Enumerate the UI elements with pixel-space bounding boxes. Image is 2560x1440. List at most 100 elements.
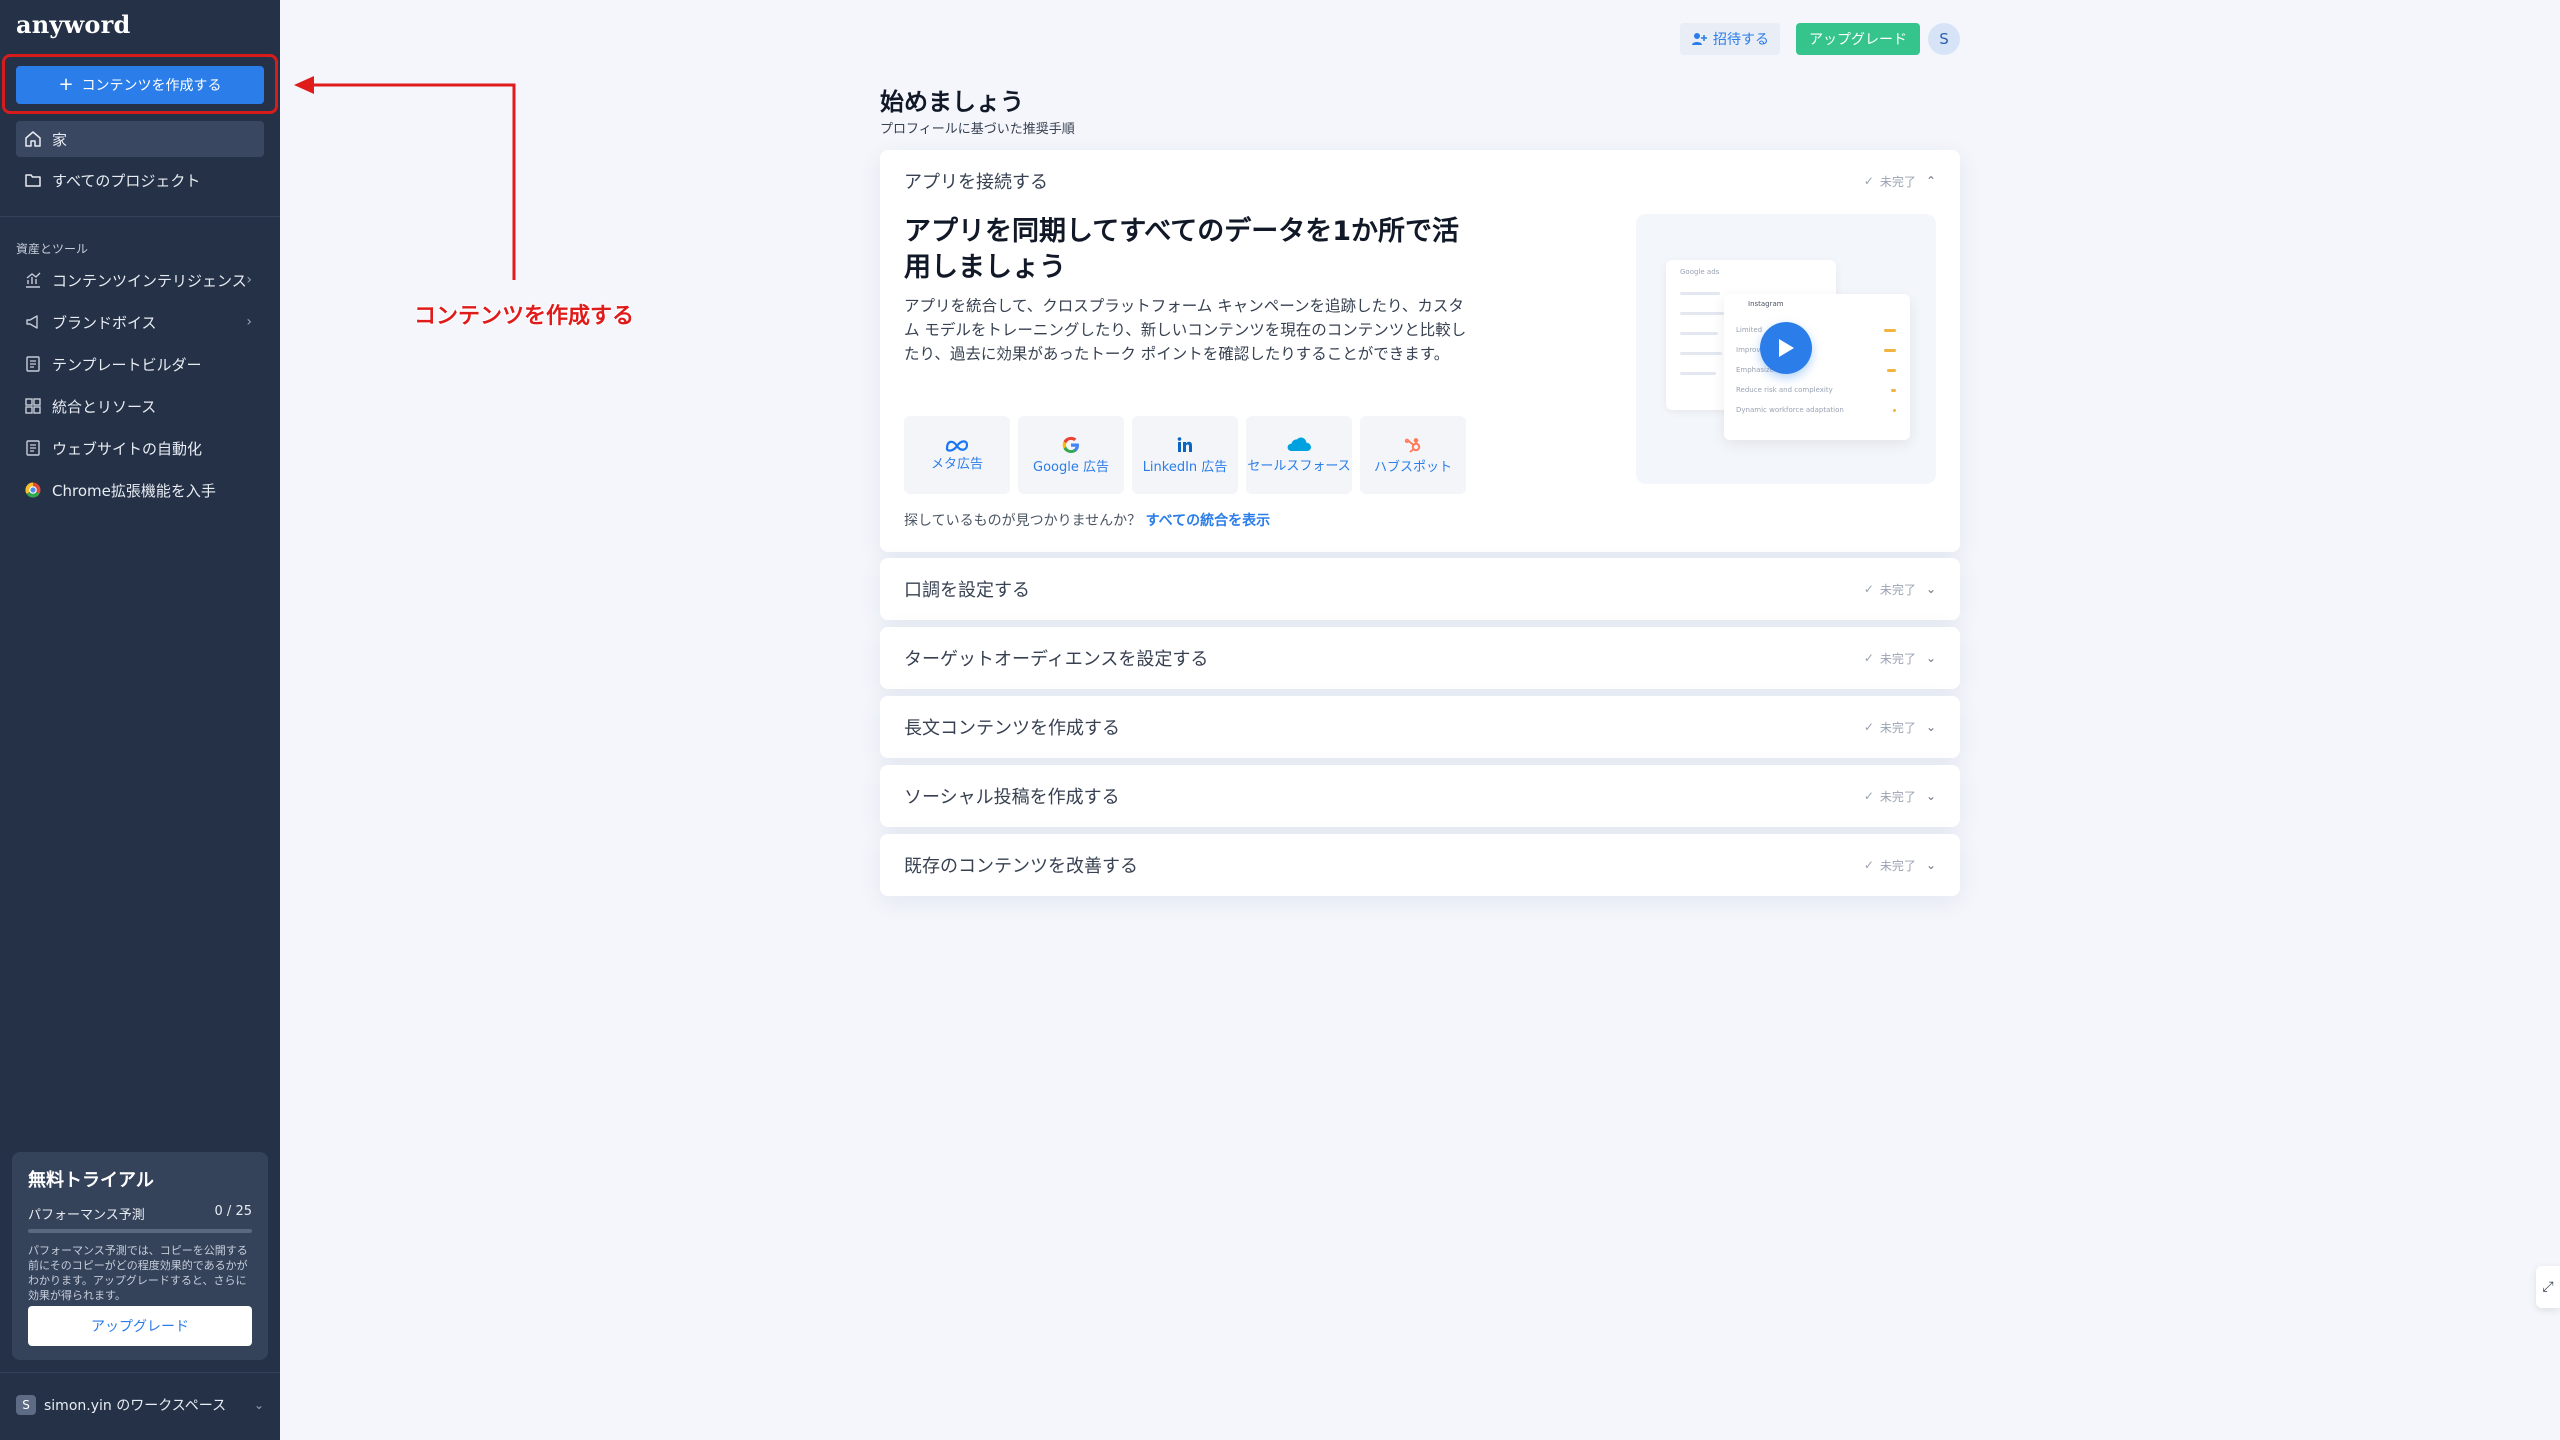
page-title: 始めましょう [880,88,1024,116]
check-icon: ✓ [1863,582,1874,596]
video-thumbnail[interactable]: Google ads Instagram Limited Improve Emp… [1636,214,1936,484]
sidebar-item-label: テンプレートビルダー [52,355,202,374]
step-card-tone[interactable]: 口調を設定する ✓ 未完了 ⌄ [880,558,1960,620]
trial-progress-bar [28,1229,252,1233]
annotation-label: コンテンツを作成する [414,304,635,329]
sidebar-item-integrations[interactable]: 統合とリソース [16,388,264,424]
step-card-long-form[interactable]: 長文コンテンツを作成する ✓ 未完了 ⌄ [880,696,1960,758]
status-label: 未完了 [1879,789,1916,804]
app-logo[interactable]: anyword [16,10,130,39]
step-status: ✓ 未完了 ⌄ [1864,765,1936,827]
integration-tile-meta[interactable]: メタ広告 [904,416,1010,494]
upgrade-button[interactable]: アップグレード [1796,23,1920,55]
mock-row: Limited [1736,326,1763,334]
step-status: ✓ 未完了 ⌄ [1864,627,1936,689]
status-label: 未完了 [1879,858,1916,873]
annotation-highlight-box [2,54,278,114]
grid-icon [25,398,41,414]
mock-row: Dynamic workforce adaptation [1736,406,1844,414]
status-label: 未完了 [1879,720,1916,735]
document-icon [26,356,40,372]
chrome-icon [25,482,41,498]
step-title: 既存のコンテンツを改善する [904,856,1138,877]
sidebar-item-brand-voice[interactable]: ブランドボイス › [16,304,264,340]
check-icon: ✓ [1863,651,1874,665]
check-icon: ✓ [1863,858,1874,872]
status-label: 未完了 [1879,651,1916,666]
trial-description: パフォーマンス予測では、コピーを公開する前にそのコピーがどの程度効果的であるかが… [28,1244,248,1302]
sidebar-item-website-automation[interactable]: ウェブサイトの自動化 [16,430,264,466]
sidebar: anyword + コンテンツを作成する 家 すべてのプロジェクト 資産とツール… [0,0,280,1440]
workspace-switcher[interactable]: S simon.yin のワークスペース ⌄ [16,1390,264,1420]
mock-card-title: Google ads [1680,268,1720,276]
expand-icon: ⤢ [2542,1279,2554,1295]
sidebar-item-template-builder[interactable]: テンプレートビルダー [16,346,264,382]
free-trial-panel: 無料トライアル パフォーマンス予測 0 / 25 パフォーマンス予測では、コピー… [12,1152,268,1360]
sidebar-item-label: ブランドボイス [52,313,157,332]
chevron-up-icon: ⌃ [1925,174,1936,188]
integration-label: LinkedIn 広告 [1142,460,1228,475]
mock-score [1891,389,1896,392]
integration-label: Google 広告 [1033,460,1109,475]
view-all-integrations-link[interactable]: すべての統合を表示 [1146,513,1270,529]
sidebar-item-label: ウェブサイトの自動化 [52,439,203,458]
folder-icon [25,174,41,187]
sidebar-divider [0,1372,280,1373]
step-title: ソーシャル投稿を作成する [904,787,1120,808]
play-icon[interactable] [1760,322,1812,374]
mock-line [1680,372,1716,375]
sidebar-item-label: すべてのプロジェクト [52,171,201,190]
mock-score [1893,409,1896,412]
user-avatar[interactable]: S [1928,23,1960,55]
status-label: 未完了 [1879,174,1916,189]
check-icon: ✓ [1863,174,1874,188]
page-subtitle: プロフィールに基づいた推奨手順 [880,122,1075,137]
integration-tile-salesforce[interactable]: セールスフォース [1246,416,1352,494]
sidebar-item-chrome-extension[interactable]: Chrome拡張機能を入手 [16,472,264,508]
linkedin-icon [1177,437,1192,452]
step-card-social-post[interactable]: ソーシャル投稿を作成する ✓ 未完了 ⌄ [880,765,1960,827]
invite-button[interactable]: 招待する [1680,23,1780,55]
integration-tiles: メタ広告 Google 広告 LinkedIn 広告 セールスフォース ハブスポ… [904,416,1466,494]
sidebar-item-projects[interactable]: すべてのプロジェクト [16,162,264,198]
trial-metric-row: パフォーマンス予測 0 / 25 [28,1204,252,1223]
mock-score [1884,349,1896,352]
step-status: ✓ 未完了 ⌄ [1864,696,1936,758]
sidebar-item-label: 家 [52,130,68,149]
document-icon [26,440,40,456]
integration-label: セールスフォース [1247,459,1351,474]
step-card-improve-content[interactable]: 既存のコンテンツを改善する ✓ 未完了 ⌄ [880,834,1960,896]
mock-line [1680,312,1724,315]
sidebar-item-home[interactable]: 家 [16,121,264,157]
section-label: 資産とツール [16,242,89,256]
chevron-right-icon: › [246,314,252,330]
status-label: 未完了 [1879,582,1916,597]
workspace-label: simon.yin のワークスペース [44,1398,227,1414]
chart-icon [26,272,41,288]
chevron-down-icon: ⌄ [1925,789,1936,803]
sidebar-item-content-intelligence[interactable]: コンテンツインテリジェンス › [16,262,264,298]
step-card-audience[interactable]: ターゲットオーディエンスを設定する ✓ 未完了 ⌄ [880,627,1960,689]
integration-tile-hubspot[interactable]: ハブスポット [1360,416,1466,494]
mock-line [1680,352,1722,355]
step-status[interactable]: ✓ 未完了 ⌃ [1864,150,1936,212]
mock-score [1887,369,1896,372]
google-icon [1062,436,1079,453]
meta-icon [945,440,969,452]
add-user-icon [1692,33,1707,45]
sidebar-item-label: 統合とリソース [52,397,157,416]
help-text: 探しているものが見つかりませんか？ すべての統合を表示 [904,510,1270,530]
integration-tile-google[interactable]: Google 広告 [1018,416,1124,494]
chevron-down-icon: ⌄ [1925,582,1936,596]
megaphone-icon [26,315,38,329]
trial-upgrade-button[interactable]: アップグレード [28,1306,252,1346]
mock-row: Reduce risk and complexity [1736,386,1833,394]
check-icon: ✓ [1863,720,1874,734]
integration-tile-linkedin[interactable]: LinkedIn 広告 [1132,416,1238,494]
step-title[interactable]: アプリを接続する [904,150,1048,212]
integration-label: ハブスポット [1373,460,1452,475]
step-title: ターゲットオーディエンスを設定する [904,649,1209,670]
check-icon: ✓ [1863,789,1874,803]
mock-line [1680,292,1720,295]
side-drawer-handle[interactable]: ⤢ [2536,1266,2560,1308]
